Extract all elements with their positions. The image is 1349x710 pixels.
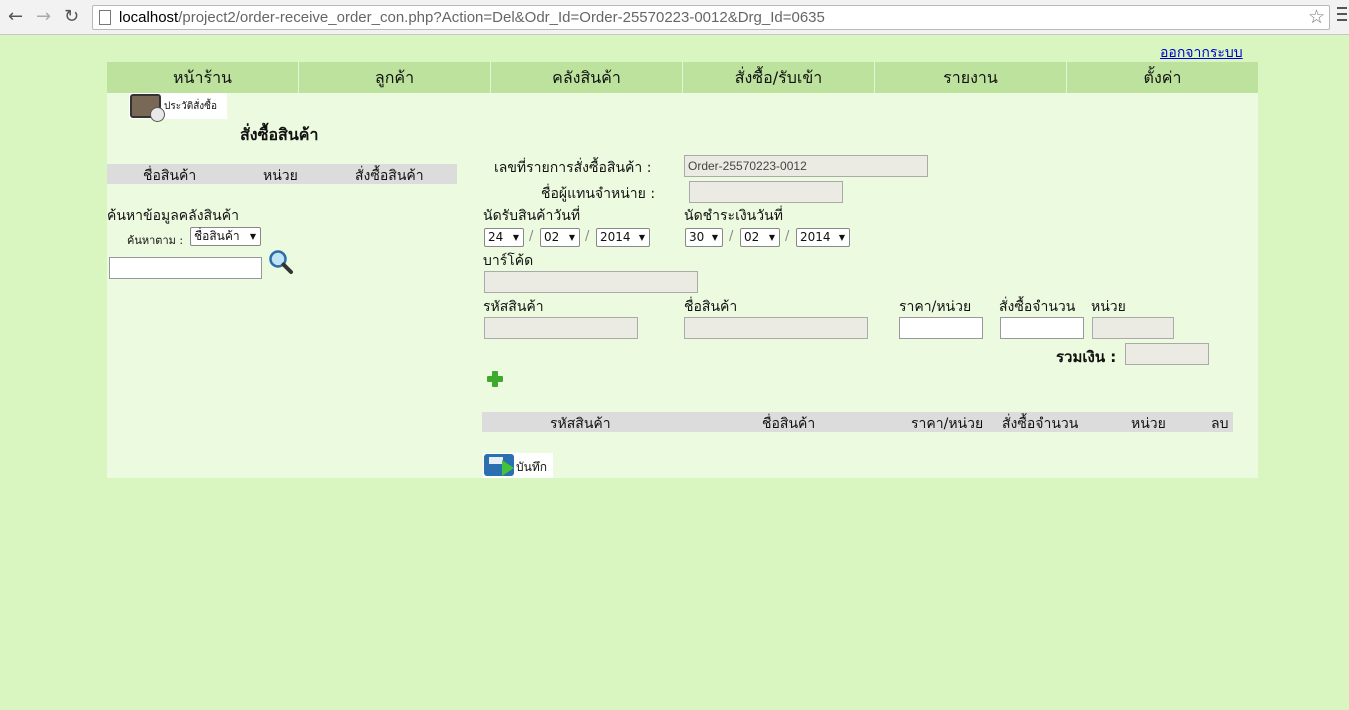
main-nav: หน้าร้าน ลูกค้า คลังสินค้า สั่งซื้อ/รับเ… — [107, 62, 1258, 93]
address-bar[interactable]: localhost/project2/order-receive_order_c… — [92, 5, 1330, 30]
order-history-label: ประวัติสั่งซื้อ — [164, 101, 217, 112]
logout-link[interactable]: ออกจากระบบ — [1160, 42, 1243, 64]
dealer-label: ชื่อผู้แทนจำหน่าย : — [541, 186, 656, 202]
url-text: localhost/project2/order-receive_order_c… — [119, 9, 825, 26]
col-delete: ลบ — [1211, 416, 1229, 432]
search-icon[interactable] — [268, 249, 294, 275]
col-product-name: ชื่อสินค้า — [762, 416, 816, 432]
unit-field[interactable] — [1092, 317, 1174, 339]
dealer-field[interactable] — [689, 181, 843, 203]
col-product-name: ชื่อสินค้า — [143, 168, 197, 184]
nav-purchase-receive[interactable]: สั่งซื้อ/รับเข้า — [683, 62, 875, 93]
bookmark-star-icon[interactable]: ☆ — [1308, 6, 1325, 28]
receive-month-select[interactable]: 02 — [540, 228, 580, 247]
save-icon — [484, 454, 514, 476]
col-price: ราคา/หน่วย — [911, 416, 984, 432]
page-icon — [99, 10, 111, 25]
product-list-header: ชื่อสินค้า หน่วย สั่งซื้อสินค้า — [107, 164, 457, 184]
pay-year-value: 2014 — [800, 230, 831, 244]
receive-year-select[interactable]: 2014 — [596, 228, 650, 247]
forward-arrow-icon[interactable]: → — [36, 7, 51, 27]
nav-storefront[interactable]: หน้าร้าน — [107, 62, 299, 93]
col-quantity: สั่งซื้อจำนวน — [1002, 416, 1079, 432]
date-separator: / — [529, 229, 534, 244]
nav-inventory[interactable]: คลังสินค้า — [491, 62, 683, 93]
order-history-icon — [130, 94, 165, 122]
order-no-field[interactable]: Order-25570223-0012 — [684, 155, 928, 177]
receive-day-select[interactable]: 24 — [484, 228, 524, 247]
quantity-label: สั่งซื้อจำนวน — [999, 299, 1076, 315]
pay-day-value: 30 — [689, 230, 705, 244]
total-label: รวมเงิน : — [1056, 348, 1117, 366]
quantity-input[interactable] — [1000, 317, 1084, 339]
price-input[interactable] — [899, 317, 983, 339]
receive-month-value: 02 — [544, 230, 560, 244]
barcode-label: บาร์โค้ด — [483, 253, 534, 269]
order-items-header: รหัสสินค้า ชื่อสินค้า ราคา/หน่วย สั่งซื้… — [482, 412, 1233, 432]
date-separator: / — [729, 229, 734, 244]
product-name-field[interactable] — [684, 317, 868, 339]
nav-customers[interactable]: ลูกค้า — [299, 62, 491, 93]
pay-date-label: นัดชำระเงินวันที่ — [684, 208, 783, 224]
add-item-plus-icon[interactable] — [487, 371, 503, 387]
product-name-label: ชื่อสินค้า — [684, 299, 738, 315]
price-label: ราคา/หน่วย — [899, 299, 972, 315]
back-arrow-icon[interactable]: ← — [8, 7, 23, 27]
receive-year-value: 2014 — [600, 230, 631, 244]
browser-toolbar: ← → ↻ localhost/project2/order-receive_o… — [0, 0, 1349, 35]
order-no-label: เลขที่รายการสั่งซื้อสินค้า : — [494, 160, 652, 176]
search-by-value: ชื่อสินค้า — [194, 229, 240, 243]
pay-month-value: 02 — [744, 230, 760, 244]
barcode-field[interactable] — [484, 271, 698, 293]
save-button[interactable]: บันทึก — [483, 453, 553, 478]
product-code-label: รหัสสินค้า — [483, 299, 544, 315]
search-title: ค้นหาข้อมูลคลังสินค้า — [107, 208, 239, 224]
search-input[interactable] — [109, 257, 262, 279]
reload-icon[interactable]: ↻ — [64, 7, 79, 27]
save-label: บันทึก — [516, 460, 547, 474]
search-by-select[interactable]: ชื่อสินค้า — [190, 227, 261, 246]
col-product-code: รหัสสินค้า — [550, 416, 611, 432]
pay-day-select[interactable]: 30 — [685, 228, 723, 247]
total-field[interactable] — [1125, 343, 1209, 365]
browser-menu-icon[interactable] — [1337, 7, 1347, 25]
search-by-label: ค้นหาตาม : — [127, 234, 184, 247]
receive-day-value: 24 — [488, 230, 504, 244]
date-separator: / — [785, 229, 790, 244]
product-code-field[interactable] — [484, 317, 638, 339]
pay-month-select[interactable]: 02 — [740, 228, 780, 247]
order-history-button[interactable]: ประวัติสั่งซื้อ — [129, 93, 227, 122]
nav-reports[interactable]: รายงาน — [875, 62, 1067, 93]
pay-year-select[interactable]: 2014 — [796, 228, 850, 247]
page-title: สั่งซื้อสินค้า — [240, 125, 319, 144]
receive-date-label: นัดรับสินค้าวันที่ — [483, 208, 581, 224]
col-order: สั่งซื้อสินค้า — [355, 168, 424, 184]
col-unit: หน่วย — [263, 168, 298, 184]
nav-settings[interactable]: ตั้งค่า — [1067, 62, 1258, 93]
unit-label: หน่วย — [1091, 299, 1126, 315]
col-unit: หน่วย — [1131, 416, 1166, 432]
date-separator: / — [585, 229, 590, 244]
